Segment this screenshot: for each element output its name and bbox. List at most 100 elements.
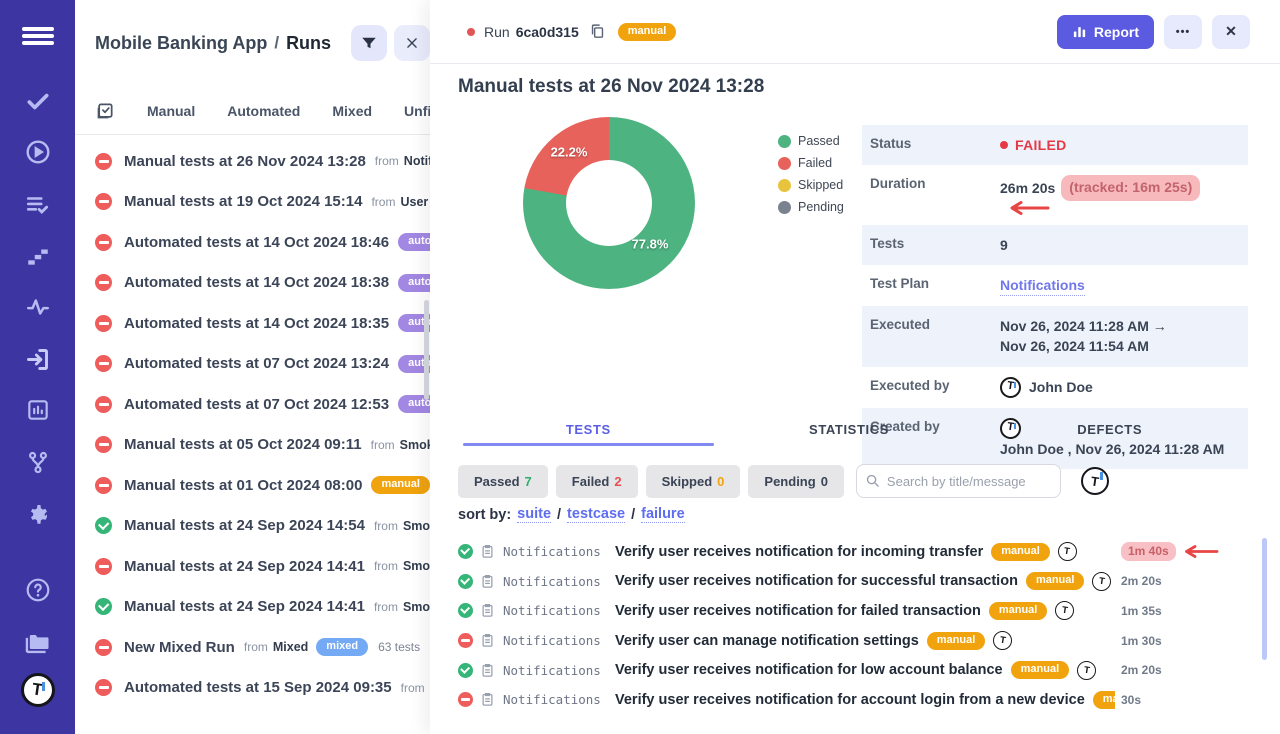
run-list-item[interactable]: Automated tests at 15 Sep 2024 09:35from… <box>75 668 430 709</box>
testomat-logo[interactable]: T <box>0 673 75 707</box>
run-type-badge: manual <box>618 23 677 41</box>
filter-passed[interactable]: Passed7 <box>458 465 548 498</box>
tab-statistics[interactable]: STATISTICS <box>719 422 980 446</box>
sort-by-suite[interactable]: suite <box>517 506 551 523</box>
run-list-item[interactable]: Automated tests at 14 Oct 2024 18:35auto… <box>75 303 430 344</box>
test-title[interactable]: Verify user receives notification for lo… <box>615 662 1003 678</box>
test-plan-link[interactable]: Notifications <box>1000 275 1085 296</box>
summary-row-executed-by: Executed by TJohn Doe <box>862 367 1248 408</box>
suite-name[interactable]: Notifications <box>503 544 615 559</box>
run-badge: automated <box>398 233 430 251</box>
tab-automated[interactable]: Automated <box>227 103 300 119</box>
tab-mixed[interactable]: Mixed <box>332 103 372 119</box>
run-list-item[interactable]: Automated tests at 14 Oct 2024 18:46auto… <box>75 222 430 263</box>
select-all-icon[interactable] <box>95 101 115 121</box>
run-list-item[interactable]: Manual tests at 24 Sep 2024 14:54fromSmo… <box>75 506 430 547</box>
steps-icon[interactable] <box>0 243 75 269</box>
check-icon[interactable] <box>0 88 75 114</box>
run-badge: automated <box>398 274 430 292</box>
suite-name[interactable]: Notifications <box>503 603 615 618</box>
scrollbar[interactable] <box>424 300 429 400</box>
run-list-item[interactable]: Manual tests at 24 Sep 2024 14:41fromSmo… <box>75 546 430 587</box>
test-badge: manual <box>1011 661 1070 679</box>
sort-label: sort by: <box>458 507 511 523</box>
test-row[interactable]: Notifications Verify user can manage not… <box>430 626 1280 656</box>
test-row[interactable]: Notifications Verify user receives notif… <box>430 655 1280 685</box>
filter-failed[interactable]: Failed2 <box>556 465 638 498</box>
close-filter-button[interactable] <box>394 25 430 61</box>
bar-chart-icon[interactable] <box>0 397 75 423</box>
test-row[interactable]: Notifications Verify user receives notif… <box>430 685 1280 715</box>
gear-icon[interactable] <box>0 501 75 527</box>
menu-icon[interactable] <box>0 24 75 48</box>
scrollbar[interactable] <box>1262 538 1267 660</box>
tab-tests[interactable]: TESTS <box>458 422 719 446</box>
run-list-item[interactable]: Manual tests at 05 Oct 2024 09:11fromSmo… <box>75 425 430 466</box>
executed-by-value: John Doe <box>1029 377 1093 397</box>
runs-list-panel: Mobile Banking App / Runs Manual Automat… <box>75 0 430 734</box>
run-list-item[interactable]: New Mixed RunfromMixedmixed63 tests <box>75 627 430 668</box>
tab-manual[interactable]: Manual <box>147 103 195 119</box>
search-input[interactable] <box>856 464 1061 498</box>
activity-icon[interactable] <box>0 294 75 320</box>
run-list-item[interactable]: Automated tests at 07 Oct 2024 13:24auto… <box>75 344 430 385</box>
chart-legend: Passed Failed Skipped Pending <box>778 134 844 214</box>
filter-button[interactable] <box>351 25 387 61</box>
test-duration: 2m 20s <box>1121 574 1162 588</box>
more-button[interactable]: ••• <box>1164 15 1202 49</box>
filter-skipped[interactable]: Skipped0 <box>646 465 741 498</box>
run-source: Smoke <box>400 438 430 452</box>
run-title: New Mixed Run <box>124 639 235 656</box>
test-row[interactable]: Notifications Verify user receives notif… <box>430 567 1280 597</box>
chip-label: Passed <box>474 474 520 489</box>
sort-by-failure[interactable]: failure <box>641 506 685 523</box>
run-list-item[interactable]: Manual tests at 26 Nov 2024 13:28fromNot… <box>75 141 430 182</box>
test-title[interactable]: Verify user receives notification for fa… <box>615 603 981 619</box>
summary-row-plan: Test Plan Notifications <box>862 265 1248 306</box>
sign-in-icon[interactable] <box>0 346 75 373</box>
tab-defects[interactable]: DEFECTS <box>979 422 1240 446</box>
list-check-icon[interactable] <box>0 192 75 218</box>
clipboard-icon <box>480 633 496 648</box>
copy-icon[interactable] <box>589 23 606 40</box>
run-list-item[interactable]: Manual tests at 24 Sep 2024 14:41fromSmo… <box>75 587 430 628</box>
test-badge: manual <box>927 632 986 650</box>
report-label: Report <box>1094 24 1139 40</box>
test-title[interactable]: Verify user receives notification for in… <box>615 544 983 560</box>
assignee-filter-button[interactable]: T <box>1081 467 1109 495</box>
folders-icon[interactable] <box>0 628 75 656</box>
branch-icon[interactable] <box>0 449 75 475</box>
report-button[interactable]: Report <box>1057 15 1154 49</box>
run-source: User Authentication <box>400 195 430 209</box>
run-list-item[interactable]: Automated tests at 07 Oct 2024 12:53auto… <box>75 384 430 425</box>
test-title[interactable]: Verify user receives notification for su… <box>615 573 1018 589</box>
tab-unfinished[interactable]: Unfinished <box>404 103 430 119</box>
sort-by-testcase[interactable]: testcase <box>567 506 625 523</box>
suite-name[interactable]: Notifications <box>503 692 615 707</box>
help-icon[interactable] <box>0 577 75 603</box>
run-title: Manual tests at 19 Oct 2024 15:14 <box>124 193 362 210</box>
test-row[interactable]: Notifications Verify user receives notif… <box>430 596 1280 626</box>
failed-status-dot <box>467 28 475 36</box>
passed-percent-label: 77.8% <box>632 237 669 252</box>
run-list-item[interactable]: Manual tests at 19 Oct 2024 15:14fromUse… <box>75 182 430 223</box>
from-label: from <box>374 559 398 573</box>
results-chart-area: 22.2% 77.8% Passed Failed Skipped Pendin… <box>430 108 1280 410</box>
test-row[interactable]: Notifications Verify user receives notif… <box>430 537 1280 567</box>
passed-dot <box>778 135 791 148</box>
suite-name[interactable]: Notifications <box>503 663 615 678</box>
pending-dot <box>778 201 791 214</box>
filter-pending[interactable]: Pending0 <box>748 465 844 498</box>
play-circle-icon[interactable] <box>0 139 75 165</box>
test-title[interactable]: Verify user receives notification for ac… <box>615 692 1085 708</box>
clipboard-icon <box>480 574 496 589</box>
run-list-item[interactable]: Automated tests at 14 Oct 2024 18:38auto… <box>75 263 430 304</box>
close-detail-button[interactable]: ✕ <box>1212 15 1250 49</box>
test-title[interactable]: Verify user can manage notification sett… <box>615 633 919 649</box>
failed-percent-label: 22.2% <box>551 145 588 160</box>
suite-name[interactable]: Notifications <box>503 633 615 648</box>
suite-name[interactable]: Notifications <box>503 574 615 589</box>
run-list-item[interactable]: Manual tests at 01 Oct 2024 08:00manual7… <box>75 465 430 506</box>
passed-icon <box>458 574 473 589</box>
breadcrumb-project[interactable]: Mobile Banking App <box>95 33 267 54</box>
